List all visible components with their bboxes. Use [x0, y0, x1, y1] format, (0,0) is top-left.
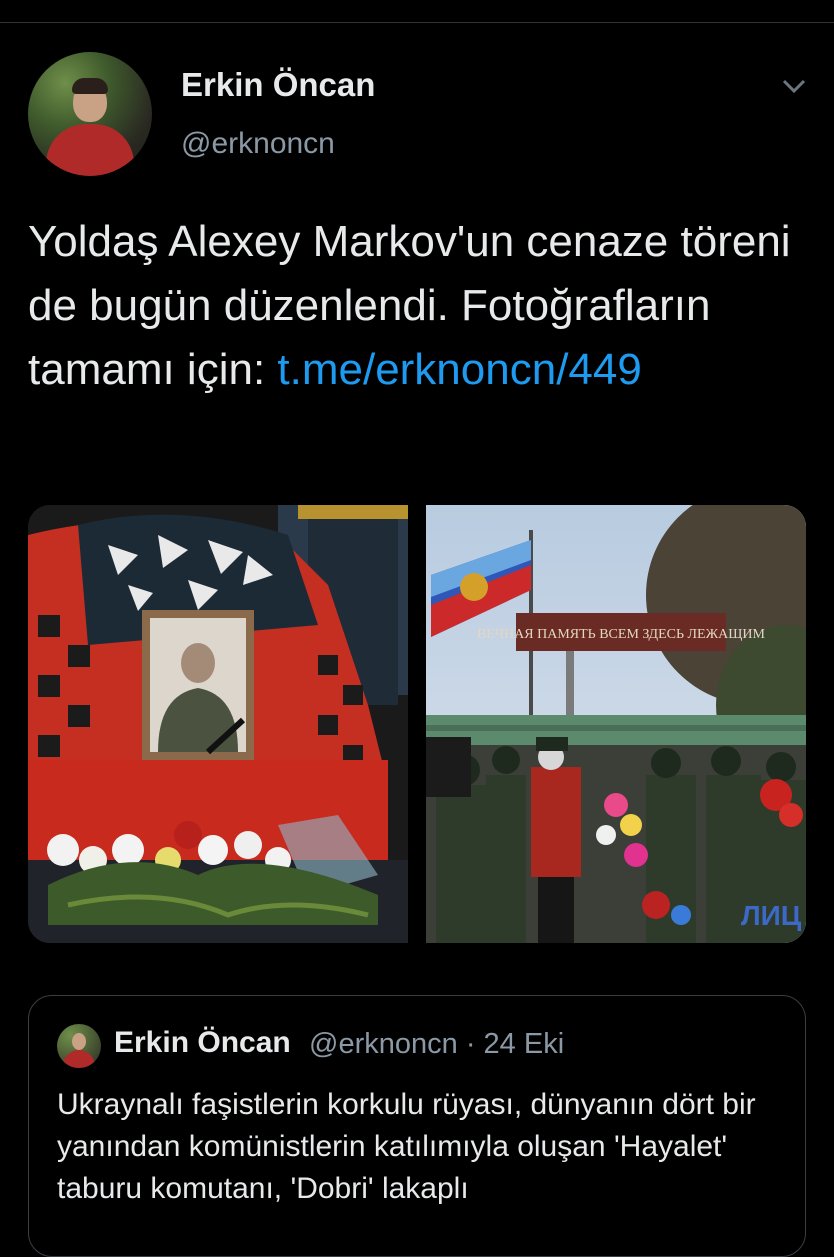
quoted-meta: @erknoncn · 24 Eki: [309, 1028, 564, 1061]
quoted-tweet[interactable]: Erkin Öncan @erknoncn · 24 Eki Ukraynalı…: [28, 995, 806, 1257]
author-handle[interactable]: @erknoncn: [181, 127, 335, 161]
author-name[interactable]: Erkin Öncan: [181, 66, 375, 104]
quoted-author-avatar: [57, 1024, 101, 1068]
top-divider: [0, 22, 834, 23]
memorial-banner-text: ВЕЧНАЯ ПАМЯТЬ ВСЕМ ЗДЕСЬ ЛЕЖАЩИМ: [477, 627, 765, 642]
quoted-tweet-text: Ukraynalı faşistlerin korkulu rüyası, dü…: [57, 1088, 756, 1205]
photo-funeral-portrait[interactable]: [28, 505, 408, 943]
tweet-text: Yoldaş Alexey Markov'un cenaze töreni de…: [28, 210, 808, 402]
photo-funeral-procession[interactable]: ВЕЧНАЯ ПАМЯТЬ ВСЕМ ЗДЕСЬ ЛЕЖАЩИМ ЛИЦ: [426, 505, 806, 943]
photo-watermark: ЛИЦ: [741, 900, 802, 931]
quoted-date: 24 Eki: [483, 1028, 565, 1060]
tweet-link[interactable]: t.me/erknoncn/449: [277, 345, 641, 394]
quoted-author-name: Erkin Öncan: [114, 1026, 291, 1059]
author-avatar[interactable]: [28, 52, 152, 176]
quoted-separator: ·: [465, 1028, 476, 1060]
quoted-author-handle: @erknoncn: [309, 1028, 458, 1060]
media-grid: ВЕЧНАЯ ПАМЯТЬ ВСЕМ ЗДЕСЬ ЛЕЖАЩИМ ЛИЦ: [28, 505, 806, 943]
chevron-down-icon[interactable]: [780, 76, 808, 96]
